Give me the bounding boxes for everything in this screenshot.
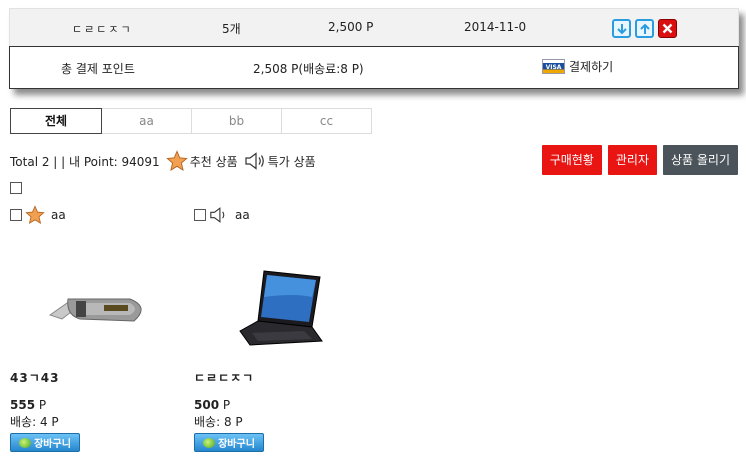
product-shipping: 배송: 8 P [194, 415, 243, 429]
close-icon [662, 23, 673, 34]
total-points-label: 총 결제 포인트 [61, 62, 135, 76]
product-price-value: 500 [194, 398, 220, 412]
laptop-image [239, 270, 323, 346]
purchase-status-button[interactable]: 구매현황 [541, 145, 602, 175]
add-to-cart-button[interactable]: 장바구니 [10, 433, 80, 452]
product-price-value: 555 [10, 398, 36, 412]
cart-item-price: 2,500 P [328, 20, 374, 34]
product-price: 500 P [194, 398, 344, 412]
utility-knife-image [48, 298, 142, 322]
product-image[interactable] [10, 235, 160, 363]
speaker-icon [245, 152, 264, 170]
arrow-down-icon [616, 23, 627, 34]
stats-summary: Total 2 | | 내 Point: 94091 [10, 154, 160, 169]
category-tabs: 전체 aa bb cc [10, 108, 372, 134]
product-price-unit: P [222, 398, 231, 412]
tab-bb[interactable]: bb [191, 108, 282, 134]
cart-item-quantity: 5개 [222, 22, 241, 36]
action-buttons: 구매현황 관리자 상품 올리기 [541, 145, 738, 175]
apple-icon [203, 437, 216, 448]
product-card: aa ㄷㄹㄷㅈㄱ 500 P 배송: 8 P 장바구니 [194, 205, 344, 452]
product-name[interactable]: 43ㄱ43 [10, 369, 160, 386]
apple-icon [19, 437, 32, 448]
admin-button[interactable]: 관리자 [607, 145, 657, 175]
speaker-icon [210, 207, 225, 223]
delete-button[interactable] [658, 19, 677, 38]
special-label: 특가 상품 [267, 154, 316, 169]
product-card-header: aa [194, 205, 344, 225]
recommended-label: 추천 상품 [189, 154, 238, 169]
move-up-button[interactable] [635, 19, 654, 38]
tab-all[interactable]: 전체 [10, 108, 102, 134]
product-checkbox[interactable] [194, 209, 206, 221]
add-to-cart-label: 장바구니 [34, 439, 71, 450]
product-shipping: 배송: 4 P [10, 415, 59, 429]
cart-item-date: 2014-11-0 [464, 20, 527, 34]
legend-special: 특가 상품 [244, 152, 316, 170]
cart-summary-panel: ㄷㄹㄷㅈㄱ 5개 2,500 P 2014-11-0 총 결제 포인트 2,50… [9, 8, 739, 89]
cart-item-row: ㄷㄹㄷㅈㄱ 5개 2,500 P 2014-11-0 [9, 8, 739, 46]
visa-card-icon: VISA [542, 59, 565, 74]
total-points-value: 2,508 P(배송료:8 P) [253, 62, 364, 76]
stats-bar: Total 2 | | 내 Point: 94091 추천 상품 특가 상품 [10, 150, 316, 172]
cart-total-row: 총 결제 포인트 2,508 P(배송료:8 P) VISA 결제하기 [9, 46, 739, 89]
product-name[interactable]: ㄷㄹㄷㅈㄱ [194, 369, 344, 386]
product-card: aa 43ㄱ43 555 P 배송: 4 P 장바구니 [10, 205, 160, 452]
legend-recommended: 추천 상품 [165, 150, 238, 172]
upload-product-button[interactable]: 상품 올리기 [662, 145, 738, 175]
star-icon [25, 205, 45, 225]
cart-item-name: ㄷㄹㄷㅈㄱ [72, 23, 133, 36]
cart-item-actions [612, 19, 677, 38]
arrow-up-icon [639, 23, 650, 34]
star-icon [165, 150, 188, 171]
product-price: 555 P [10, 398, 160, 412]
tab-aa[interactable]: aa [101, 108, 192, 134]
product-checkbox[interactable] [10, 209, 22, 221]
select-all-checkbox[interactable] [10, 182, 22, 194]
product-price-unit: P [38, 398, 47, 412]
product-card-header: aa [10, 205, 160, 225]
tab-cc[interactable]: cc [281, 108, 372, 134]
pay-button[interactable]: VISA 결제하기 [542, 58, 613, 75]
product-image[interactable] [194, 235, 344, 363]
add-to-cart-label: 장바구니 [218, 439, 255, 450]
product-category: aa [51, 208, 66, 222]
move-down-button[interactable] [612, 19, 631, 38]
add-to-cart-button[interactable]: 장바구니 [194, 433, 264, 452]
product-category: aa [235, 208, 250, 222]
pay-button-label: 결제하기 [569, 60, 614, 74]
